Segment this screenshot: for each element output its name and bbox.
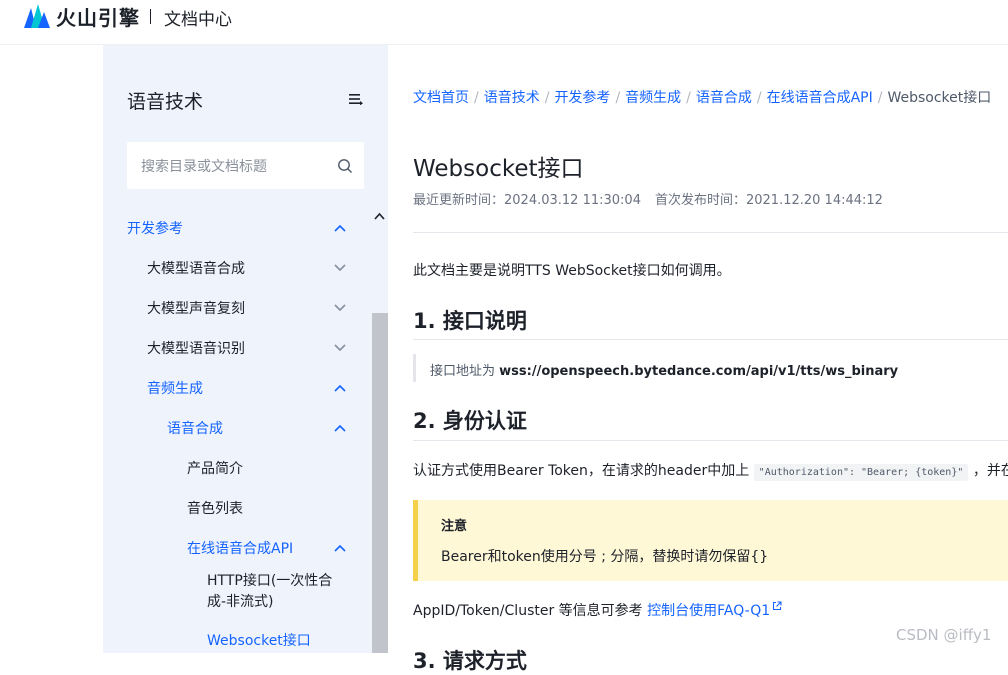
page-meta: 最近更新时间：2024.03.12 11:30:04 首次发布时间：2021.12… xyxy=(413,189,883,208)
breadcrumb-separator: / xyxy=(474,90,479,106)
sidebar-search xyxy=(127,142,364,191)
console-faq-link[interactable]: 控制台使用FAQ-Q1 xyxy=(647,603,770,619)
breadcrumb-link[interactable]: 开发参考 xyxy=(554,90,610,106)
published-label: 首次发布时间： xyxy=(654,193,746,208)
published-value: 2021.12.20 14:44:12 xyxy=(745,193,883,208)
sidebar-item-label: 音色列表 xyxy=(187,501,243,517)
sidebar-item-label: 开发参考 xyxy=(127,221,183,237)
chevron-down-icon[interactable] xyxy=(334,344,346,352)
breadcrumb-link[interactable]: 语音技术 xyxy=(484,90,540,106)
doc-content: 文档首页 / 语音技术 / 开发参考 / 音频生成 / 语音合成 / 在线语音合成API / Webso… xyxy=(389,45,1008,673)
endpoint-blockquote: 接口地址为 wss://openspeech.bytedance.com/api… xyxy=(413,354,1008,382)
chevron-up-icon[interactable] xyxy=(334,544,346,552)
section-heading-interface: 1. 接口说明 xyxy=(413,309,527,333)
brand-divider xyxy=(150,9,151,24)
doc-center-link[interactable]: 文档中心 xyxy=(164,5,232,30)
breadcrumb-separator: / xyxy=(544,90,550,106)
sidebar-item[interactable]: HTTP接口(一次性合 成-非流式) xyxy=(207,568,363,616)
breadcrumb-link[interactable]: 语音合成 xyxy=(696,90,752,106)
top-bar: 火山引擎 文档中心 xyxy=(0,0,1008,45)
sidebar-item[interactable]: 语音合成 xyxy=(167,408,363,448)
sidebar-title: 语音技术 xyxy=(127,91,204,113)
note-title: 注意 xyxy=(441,519,468,534)
csdn-watermark: CSDN @iffy1 xyxy=(896,626,992,644)
sidebar-item-label: HTTP接口(一次性合 xyxy=(207,573,333,589)
breadcrumb: 文档首页 / 语音技术 / 开发参考 / 音频生成 / 语音合成 / 在线语音合成API / Webso… xyxy=(413,87,991,107)
sidebar-item-label: 音频生成 xyxy=(147,381,203,397)
chevron-up-icon[interactable] xyxy=(334,224,346,232)
section-divider xyxy=(413,339,1008,340)
updated-value: 2024.03.12 11:30:04 xyxy=(504,193,641,208)
scroll-up-arrow-icon[interactable] xyxy=(374,212,385,220)
sidebar-item-label: Websocket接口 xyxy=(207,633,311,649)
sidebar-item[interactable]: 在线语音合成API xyxy=(187,528,363,568)
search-icon[interactable] xyxy=(337,158,353,174)
sidebar-item[interactable]: Websocket接口 xyxy=(207,620,363,660)
sidebar-item[interactable]: 音频生成 xyxy=(147,368,363,408)
chevron-up-icon[interactable] xyxy=(334,424,346,432)
title-divider xyxy=(413,232,1008,233)
sidebar-item-label: 产品简介 xyxy=(187,461,243,477)
brand-name: 火山引擎 xyxy=(56,5,140,30)
sidebar-scrollbar-thumb[interactable] xyxy=(372,313,388,653)
auth-text-cont: ，并在请 xyxy=(972,463,1008,479)
sidebar-item-label: 大模型语音合成 xyxy=(147,261,245,277)
note-body: Bearer和token使用分号 ; 分隔，替换时请勿保留{} xyxy=(441,549,769,565)
sidebar-item[interactable]: 开发参考 xyxy=(127,208,363,248)
breadcrumb-link[interactable]: 音频生成 xyxy=(625,90,681,106)
search-input[interactable] xyxy=(139,142,333,191)
breadcrumb-link[interactable]: 在线语音合成API xyxy=(767,90,873,106)
sidebar-item-label: 大模型语音识别 xyxy=(147,341,245,357)
sidebar-item[interactable]: 大模型声音复刻 xyxy=(147,288,363,328)
intro-text: 此文档主要是说明TTS WebSocket接口如何调用。 xyxy=(413,263,731,279)
auth-code-snippet: "Authorization": "Bearer; {token}" xyxy=(753,464,969,481)
sidebar-item[interactable]: 大模型语音识别 xyxy=(147,328,363,368)
sidebar-item-label: 大模型声音复刻 xyxy=(147,301,245,317)
endpoint-url: wss://openspeech.bytedance.com/api/v1/tt… xyxy=(499,364,899,379)
appid-text: AppID/Token/Cluster 等信息可参考 xyxy=(413,603,648,619)
auth-description: 认证方式使用Bearer Token，在请求的header中加上 "Author… xyxy=(413,460,1008,481)
note-callout: 注意 Bearer和token使用分号 ; 分隔，替换时请勿保留{} xyxy=(413,500,1008,581)
external-link-icon[interactable] xyxy=(772,601,782,611)
appid-reference: AppID/Token/Cluster 等信息可参考 控制台使用FAQ-Q1 xyxy=(413,600,782,620)
chevron-down-icon[interactable] xyxy=(334,304,346,312)
breadcrumb-link[interactable]: 文档首页 xyxy=(413,90,469,106)
sidebar-item-label: 成-非流式) xyxy=(207,594,274,610)
auth-text: 认证方式使用Bearer Token，在请求的header中加上 xyxy=(413,463,754,479)
breadcrumb-separator: / xyxy=(686,90,691,106)
sidebar-item[interactable]: 音色列表 xyxy=(187,488,363,528)
volcano-logo-icon xyxy=(24,4,50,28)
endpoint-prefix: 接口地址为 xyxy=(430,364,500,379)
sidebar-item[interactable]: 大模型语音合成 xyxy=(147,248,363,288)
page-title: Websocket接口 xyxy=(413,156,584,182)
section-heading-request: 3. 请求方式 xyxy=(413,649,527,673)
sidebar-item[interactable]: 产品简介 xyxy=(187,448,363,488)
collapse-menu-icon[interactable] xyxy=(349,93,363,105)
sidebar: 语音技术 开发参考大模型语音合成大模型声音复刻大模型语音识别音频生成语音合成产品… xyxy=(103,45,388,653)
section-heading-auth: 2. 身份认证 xyxy=(413,409,527,433)
brand-logo[interactable]: 火山引擎 xyxy=(22,2,140,30)
breadcrumb-separator: / xyxy=(756,90,762,106)
breadcrumb-separator: / xyxy=(877,90,883,106)
chevron-down-icon[interactable] xyxy=(334,264,346,272)
chevron-up-icon[interactable] xyxy=(334,384,346,392)
section-divider xyxy=(413,440,1008,441)
breadcrumb-separator: / xyxy=(615,90,621,106)
updated-label: 最近更新时间： xyxy=(413,193,505,208)
breadcrumb-current: Websocket接口 xyxy=(887,90,992,106)
